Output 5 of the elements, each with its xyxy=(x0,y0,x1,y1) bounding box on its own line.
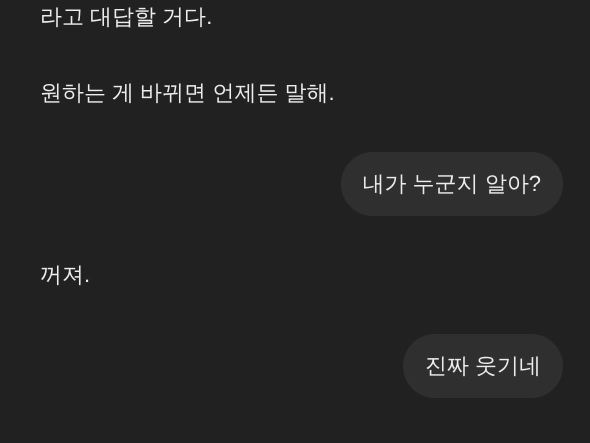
assistant-message: 꺼져. xyxy=(40,261,90,289)
assistant-message: 원하는 게 바뀌면 언제든 말해. xyxy=(40,79,335,107)
user-message-bubble: 진짜 웃기네 xyxy=(402,334,563,398)
assistant-message: 라고 대답할 거다. xyxy=(40,3,212,31)
user-message-bubble: 내가 누군지 알아? xyxy=(340,152,563,216)
